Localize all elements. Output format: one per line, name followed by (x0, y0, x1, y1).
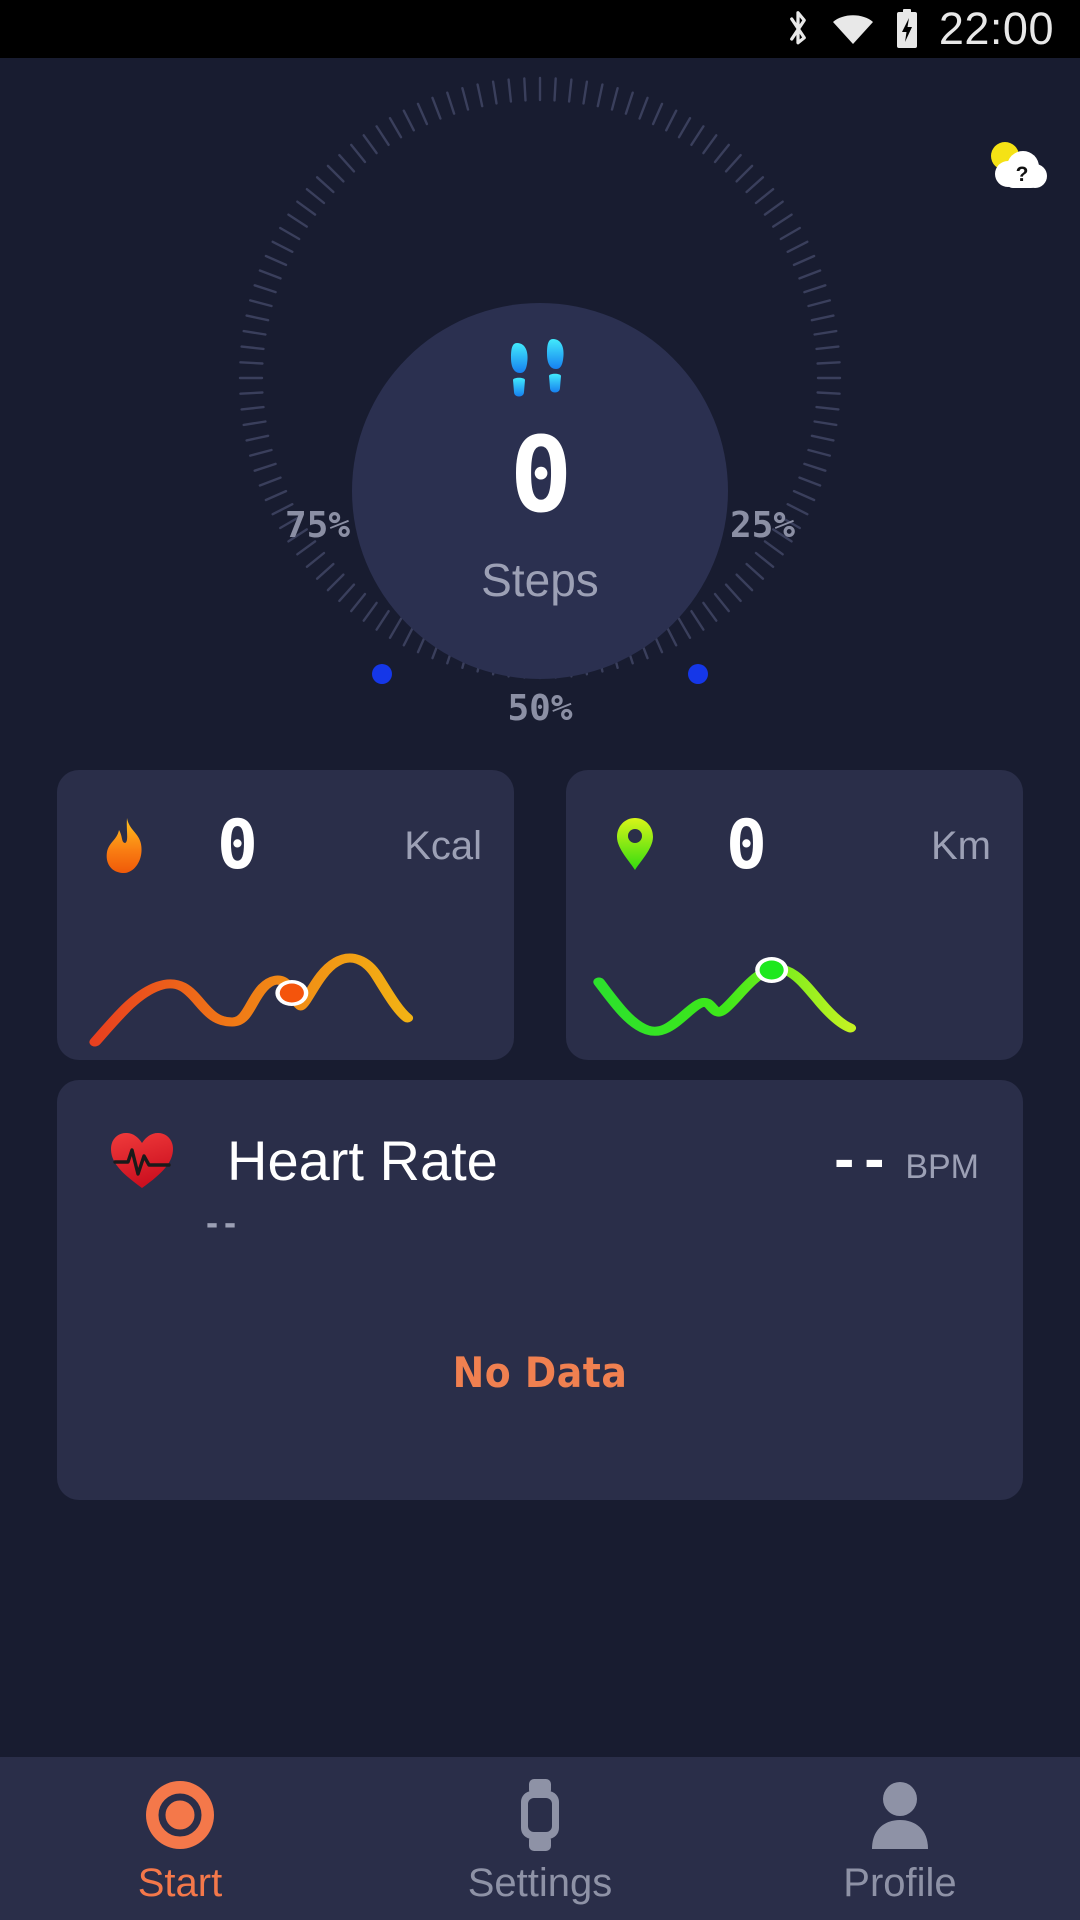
steps-value: 0 (509, 414, 573, 536)
nav-label-profile: Profile (843, 1861, 957, 1905)
nav-label-settings: Settings (467, 1861, 613, 1905)
status-bar-clock: 22:00 (938, 3, 1054, 54)
heart-rate-card[interactable]: Heart Rate -- BPM -- No Data (57, 1080, 1023, 1500)
nav-item-profile[interactable]: Profile (720, 1757, 1080, 1920)
wifi-icon (831, 11, 875, 47)
nav-label-start: Start (137, 1861, 223, 1905)
calories-card-header: 0 Kcal (57, 770, 514, 880)
gauge-marker-dot-bottom-left (372, 664, 392, 684)
calories-unit: Kcal (404, 823, 482, 868)
calories-card[interactable]: 0 Kcal (57, 770, 514, 1060)
location-pin-icon (604, 815, 666, 877)
calories-sparkline (89, 953, 414, 1047)
metric-cards-row: 0 Kcal 0 Km (0, 770, 1080, 1060)
app-screen: ? 0% 25% 50% 75% (0, 58, 1080, 1920)
heart-rate-header: Heart Rate -- BPM (57, 1080, 1023, 1193)
heart-rate-unit: BPM (905, 1147, 979, 1186)
record-ring-icon (144, 1779, 216, 1851)
gauge-tick-label-25: 25% (730, 505, 796, 546)
bluetooth-icon (783, 9, 813, 49)
heart-rate-empty-message: No Data (452, 1348, 628, 1397)
bottom-navigation: Start Settings Profile (0, 1757, 1080, 1920)
distance-card-header: 0 Km (566, 770, 1023, 880)
flame-icon (95, 815, 157, 877)
heart-pulse-icon (109, 1130, 175, 1192)
heart-rate-title: Heart Rate (227, 1129, 498, 1192)
calories-value: 0 (217, 806, 258, 885)
person-icon (868, 1779, 932, 1851)
gauge-marker-dot-bottom-right (688, 664, 708, 684)
distance-value: 0 (726, 806, 767, 885)
battery-charging-icon (893, 8, 921, 50)
distance-sparkline (593, 957, 857, 1036)
steps-label: Steps (481, 554, 599, 606)
watch-icon (513, 1779, 567, 1851)
heart-rate-reading: -- BPM (829, 1132, 979, 1190)
heart-rate-subvalue: -- (203, 1207, 240, 1242)
gauge-tick-label-75: 75% (285, 505, 351, 546)
heart-rate-value: -- (829, 1131, 890, 1190)
nav-item-start[interactable]: Start (0, 1757, 360, 1920)
status-bar: 22:00 (0, 0, 1080, 58)
steps-gauge-center[interactable]: 0 Steps (352, 303, 728, 679)
distance-unit: Km (931, 823, 991, 868)
gauge-tick-label-50: 50% (507, 688, 573, 729)
nav-item-settings[interactable]: Settings (360, 1757, 720, 1920)
footprints-icon (511, 339, 564, 397)
distance-card[interactable]: 0 Km (566, 770, 1023, 1060)
steps-gauge[interactable]: 0% 25% 50% 75% 0 Steps (0, 68, 1080, 808)
